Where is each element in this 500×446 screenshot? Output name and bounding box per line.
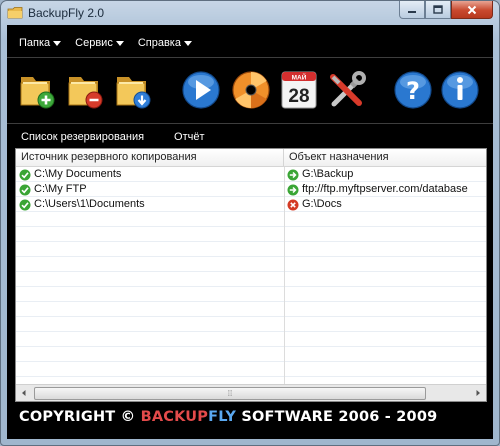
- calendar-icon[interactable]: МАЙ 28: [278, 69, 320, 111]
- add-folder-icon[interactable]: [17, 69, 59, 111]
- copyright-prefix: COPYRIGHT ©: [19, 409, 141, 425]
- chevron-down-icon: [183, 41, 192, 46]
- close-button[interactable]: [451, 1, 493, 19]
- menu-bar: Папка Сервис Справка: [7, 33, 192, 53]
- close-icon: [467, 5, 477, 14]
- destination-cell: ftp://ftp.myftpserver.com/database: [287, 182, 468, 197]
- help-icon[interactable]: ?: [392, 69, 434, 111]
- menu-folder[interactable]: Папка: [7, 33, 62, 53]
- chevron-right-icon: [476, 390, 480, 396]
- tab-backup-list[interactable]: Список резервирования: [21, 127, 144, 147]
- backup-list-grid: Источник резервного копирования Объект н…: [15, 148, 487, 402]
- destination-path: G:\Backup: [302, 168, 354, 180]
- toolbar: МАЙ 28 ?: [7, 65, 493, 117]
- destination-path: G:\Docs: [302, 198, 342, 210]
- error-icon: [287, 199, 299, 210]
- remove-folder-icon[interactable]: [65, 69, 107, 111]
- check-icon: [19, 199, 31, 210]
- destination-path: ftp://ftp.myftpserver.com/database: [302, 183, 468, 195]
- chevron-down-icon: [115, 41, 124, 46]
- destination-cell: G:\Docs: [287, 197, 342, 212]
- grip-icon: ⁞⁞: [227, 388, 233, 398]
- maximize-button[interactable]: [425, 1, 451, 19]
- calendar-month: МАЙ: [292, 73, 307, 82]
- settings-tools-icon[interactable]: [325, 69, 367, 111]
- minimize-button[interactable]: [399, 1, 425, 19]
- column-header-destination[interactable]: Объект назначения: [284, 149, 486, 166]
- arrow-right-icon: [287, 169, 299, 180]
- source-path: C:\My FTP: [34, 183, 87, 195]
- menu-service[interactable]: Сервис: [61, 33, 124, 53]
- column-header-source[interactable]: Источник резервного копирования: [16, 149, 284, 166]
- source-cell: C:\My Documents: [19, 167, 121, 182]
- tab-bar: Список резервирования Отчёт: [7, 127, 205, 147]
- chevron-down-icon: [53, 41, 62, 46]
- grid-header: Источник резервного копирования Объект н…: [16, 149, 486, 167]
- app-logo-icon: [7, 7, 23, 19]
- menu-folder-label: Папка: [19, 37, 51, 49]
- arrow-right-icon: [287, 184, 299, 195]
- menu-service-label: Сервис: [75, 37, 113, 49]
- tab-report[interactable]: Отчёт: [174, 127, 204, 147]
- title-bar[interactable]: BackupFly 2.0: [1, 1, 499, 25]
- window-title: BackupFly 2.0: [28, 6, 105, 20]
- scroll-left-button[interactable]: [16, 385, 32, 401]
- table-row[interactable]: C:\My Documents G:\Backup: [16, 167, 486, 182]
- copyright-footer: COPYRIGHT © BACKUPFLY SOFTWARE 2006 - 20…: [19, 409, 437, 425]
- source-cell: C:\My FTP: [19, 182, 87, 197]
- menu-divider: [7, 57, 493, 58]
- burn-disc-icon[interactable]: [230, 69, 272, 111]
- menu-help[interactable]: Справка: [124, 33, 192, 53]
- brand-name-part1: BACKUP: [140, 409, 209, 425]
- app-window: BackupFly 2.0 Папка Сервис Справка МАЙ 2…: [0, 0, 500, 446]
- horizontal-scrollbar[interactable]: ⁞⁞: [16, 384, 486, 401]
- chevron-left-icon: [22, 390, 26, 396]
- calendar-day: 28: [288, 86, 309, 107]
- toolbar-divider: [7, 123, 493, 124]
- source-cell: C:\Users\1\Documents: [19, 197, 145, 212]
- brand-name-part2: FLY: [208, 409, 237, 425]
- table-row[interactable]: C:\Users\1\Documents G:\Docs: [16, 197, 486, 212]
- check-icon: [19, 169, 31, 180]
- source-path: C:\Users\1\Documents: [34, 198, 145, 210]
- table-row[interactable]: C:\My FTP ftp://ftp.myftpserver.com/data…: [16, 182, 486, 197]
- play-icon[interactable]: [180, 69, 222, 111]
- svg-text:?: ?: [406, 77, 420, 105]
- copyright-suffix: SOFTWARE 2006 - 2009: [236, 409, 438, 425]
- destination-cell: G:\Backup: [287, 167, 353, 182]
- menu-help-label: Справка: [137, 37, 181, 49]
- minimize-icon: [408, 10, 416, 13]
- client-area: Папка Сервис Справка МАЙ 28 ? Список рез…: [7, 25, 493, 439]
- check-icon: [19, 184, 31, 195]
- restore-folder-icon[interactable]: [113, 69, 155, 111]
- source-path: C:\My Documents: [34, 168, 122, 180]
- info-icon[interactable]: [439, 69, 481, 111]
- scrollbar-thumb[interactable]: ⁞⁞: [34, 387, 426, 400]
- maximize-icon: [433, 4, 443, 14]
- scroll-right-button[interactable]: [470, 385, 486, 401]
